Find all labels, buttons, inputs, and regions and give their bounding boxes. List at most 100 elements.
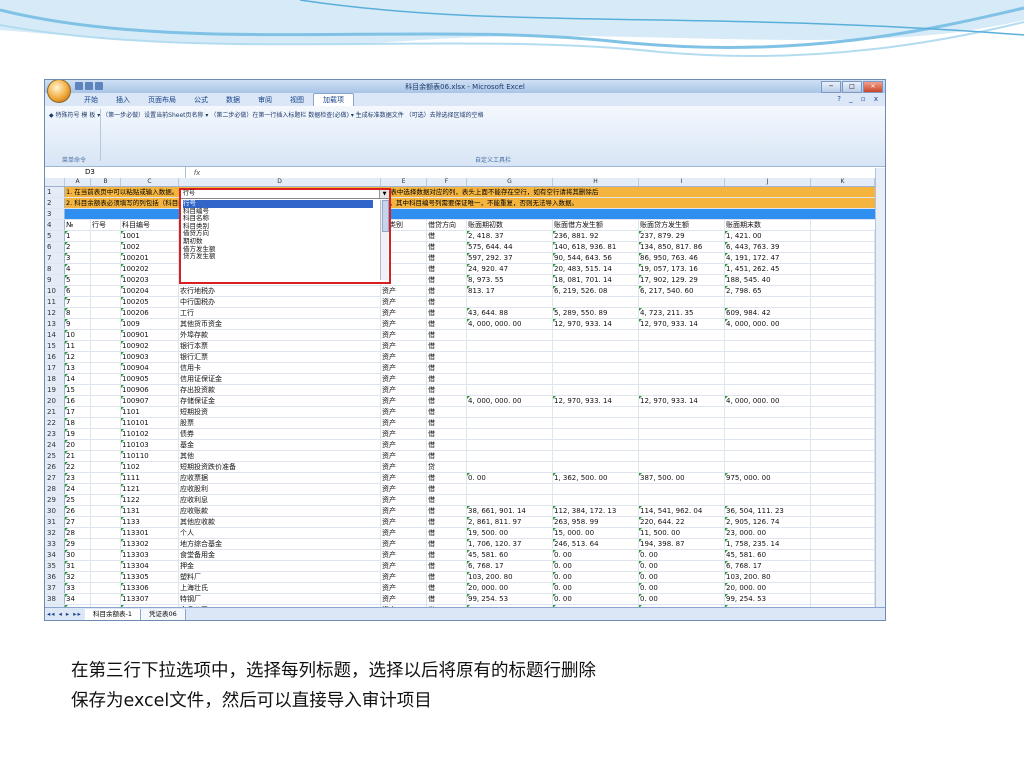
- table-cell[interactable]: 113307: [121, 594, 179, 604]
- table-cell[interactable]: 103, 200. 80: [467, 572, 553, 582]
- table-cell[interactable]: 2, 798. 65: [725, 286, 811, 296]
- table-cell[interactable]: 15: [65, 385, 91, 395]
- table-cell[interactable]: 113304: [121, 561, 179, 571]
- table-cell[interactable]: 32: [65, 572, 91, 582]
- table-cell[interactable]: 1, 451, 262. 45: [725, 264, 811, 274]
- table-cell[interactable]: 借: [427, 594, 467, 604]
- table-cell[interactable]: 194, 398. 87: [639, 539, 725, 549]
- table-cell[interactable]: 借: [427, 396, 467, 406]
- table-cell[interactable]: 10: [65, 330, 91, 340]
- table-cell[interactable]: 112, 384, 172. 13: [553, 506, 639, 516]
- table-cell[interactable]: 借: [427, 550, 467, 560]
- table-cell[interactable]: [467, 363, 553, 373]
- table-cell[interactable]: 塑料厂: [179, 572, 381, 582]
- table-cell[interactable]: [91, 275, 121, 285]
- table-cell[interactable]: 813. 17: [467, 286, 553, 296]
- table-cell[interactable]: 个人: [179, 528, 381, 538]
- table-cell[interactable]: 借: [427, 528, 467, 538]
- table-row[interactable]: 14 10 100901 外埠存款 资产借: [45, 330, 885, 341]
- table-row[interactable]: 23 19 110102 债券 资产借: [45, 429, 885, 440]
- table-cell[interactable]: [91, 506, 121, 516]
- dropdown-option[interactable]: 行号: [183, 199, 373, 208]
- table-cell[interactable]: 0. 00: [639, 561, 725, 571]
- table-cell[interactable]: 资产: [381, 341, 427, 351]
- table-row[interactable]: 34 30 113303 食堂备用金 资产借 45, 581. 60 0. 00 0. 00 4…: [45, 550, 885, 561]
- table-cell[interactable]: 1133: [121, 517, 179, 527]
- table-cell[interactable]: 110101: [121, 418, 179, 428]
- table-cell[interactable]: [91, 352, 121, 362]
- table-cell[interactable]: [467, 495, 553, 505]
- table-cell[interactable]: 借: [427, 242, 467, 252]
- table-cell[interactable]: 资产: [381, 429, 427, 439]
- table-cell[interactable]: [91, 308, 121, 318]
- dropdown-option[interactable]: 科目编号: [183, 207, 373, 216]
- table-cell[interactable]: [811, 473, 875, 483]
- table-row[interactable]: 32 28 113301 个人 资产借 19, 500. 00 15, 000. 00 11,…: [45, 528, 885, 539]
- table-cell[interactable]: 资产: [381, 506, 427, 516]
- name-box[interactable]: D3: [45, 167, 186, 178]
- table-cell[interactable]: [467, 484, 553, 494]
- table-cell[interactable]: [91, 484, 121, 494]
- header-cell[interactable]: №: [65, 220, 91, 230]
- table-cell[interactable]: [811, 583, 875, 593]
- fx-icon[interactable]: fx: [186, 169, 208, 177]
- table-cell[interactable]: 资产: [381, 396, 427, 406]
- table-cell[interactable]: 19, 057, 173. 16: [639, 264, 725, 274]
- worksheet-grid[interactable]: ABCDEFGHIJK 1 1. 在当前表页中可以粘贴或输入数据。第3行是该表的…: [45, 178, 885, 620]
- table-cell[interactable]: 15, 000. 00: [553, 528, 639, 538]
- table-cell[interactable]: 1101: [121, 407, 179, 417]
- table-cell[interactable]: [811, 374, 875, 384]
- table-cell[interactable]: [811, 407, 875, 417]
- table-row[interactable]: 22 18 110101 股票 资产借: [45, 418, 885, 429]
- table-cell[interactable]: 30: [65, 550, 91, 560]
- table-cell[interactable]: [553, 429, 639, 439]
- table-cell[interactable]: 借: [427, 385, 467, 395]
- table-cell[interactable]: 资产: [381, 297, 427, 307]
- table-cell[interactable]: 0. 00: [467, 473, 553, 483]
- table-cell[interactable]: [725, 462, 811, 472]
- table-cell[interactable]: 33: [65, 583, 91, 593]
- table-row[interactable]: 11 7 100205 中行国税办 资产借: [45, 297, 885, 308]
- table-cell[interactable]: 45, 581. 60: [725, 550, 811, 560]
- table-cell[interactable]: [91, 341, 121, 351]
- table-cell[interactable]: [91, 583, 121, 593]
- table-cell[interactable]: 24, 920. 47: [467, 264, 553, 274]
- column-header-E[interactable]: E: [381, 178, 427, 186]
- table-cell[interactable]: [725, 418, 811, 428]
- table-cell[interactable]: 资产: [381, 517, 427, 527]
- table-cell[interactable]: 资产: [381, 550, 427, 560]
- table-cell[interactable]: 609, 984. 42: [725, 308, 811, 318]
- table-cell[interactable]: [725, 352, 811, 362]
- table-cell[interactable]: [811, 550, 875, 560]
- header-cell[interactable]: 账面贷方发生额: [639, 220, 725, 230]
- table-cell[interactable]: 资产: [381, 330, 427, 340]
- table-cell[interactable]: 短期投资: [179, 407, 381, 417]
- column-header-F[interactable]: F: [427, 178, 467, 186]
- table-cell[interactable]: 应收股利: [179, 484, 381, 494]
- table-row[interactable]: 10 6 100204 农行地税办 资产借 813. 17 6, 219, 526. 08 6…: [45, 286, 885, 297]
- table-cell[interactable]: [553, 385, 639, 395]
- minimize-button[interactable]: ─: [821, 81, 841, 93]
- table-cell[interactable]: 借: [427, 330, 467, 340]
- table-cell[interactable]: 26: [65, 506, 91, 516]
- table-cell[interactable]: [811, 440, 875, 450]
- table-cell[interactable]: 0. 00: [639, 583, 725, 593]
- table-cell[interactable]: 2, 418. 37: [467, 231, 553, 241]
- table-cell[interactable]: [467, 374, 553, 384]
- table-cell[interactable]: 100906: [121, 385, 179, 395]
- table-cell[interactable]: 资产: [381, 473, 427, 483]
- table-cell[interactable]: [811, 242, 875, 252]
- table-cell[interactable]: 资产: [381, 374, 427, 384]
- table-cell[interactable]: 36, 504, 111. 23: [725, 506, 811, 516]
- table-cell[interactable]: [467, 330, 553, 340]
- table-cell[interactable]: [91, 561, 121, 571]
- table-cell[interactable]: 资产: [381, 440, 427, 450]
- table-cell[interactable]: 90, 544, 643. 56: [553, 253, 639, 263]
- table-cell[interactable]: 7: [65, 297, 91, 307]
- addin-commands[interactable]: ◆ 特殊符号 模 板 ▾ （第一步必做）设置当前Sheet页名称 ▾ （第二步必…: [49, 110, 484, 119]
- table-cell[interactable]: 188, 545. 40: [725, 275, 811, 285]
- table-cell[interactable]: 0. 00: [553, 594, 639, 604]
- table-cell[interactable]: [91, 495, 121, 505]
- table-cell[interactable]: 6, 768. 17: [467, 561, 553, 571]
- table-cell[interactable]: 1122: [121, 495, 179, 505]
